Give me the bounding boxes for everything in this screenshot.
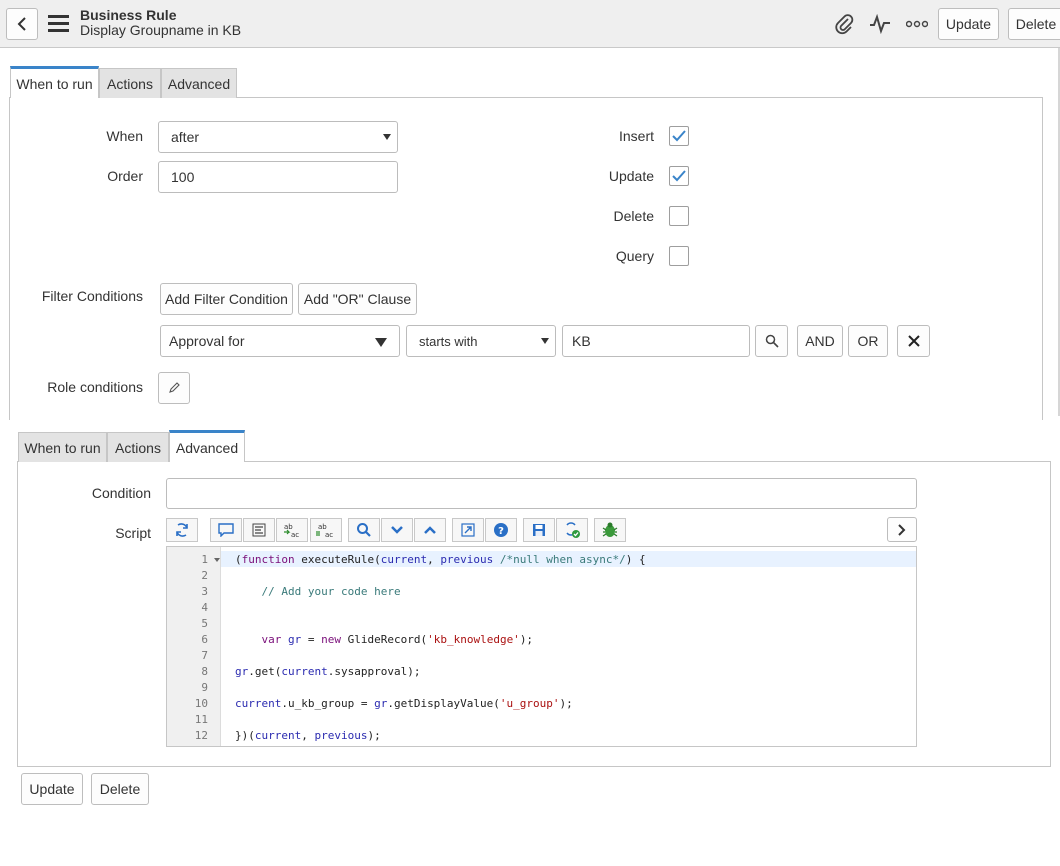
chevron-down-icon [541,338,549,344]
chevron-right-icon [898,523,906,536]
line-number: 9 [201,681,208,694]
edit-role-conditions-button[interactable] [158,372,190,404]
order-input[interactable]: 100 [158,161,398,193]
checkmark-icon [672,170,686,182]
fullscreen-icon[interactable] [452,518,484,542]
chevron-down-icon [375,338,387,347]
header-update-button[interactable]: Update [938,8,999,40]
record-name-subtitle: Display Groupname in KB [80,22,242,38]
tab-advanced[interactable]: Advanced [169,430,245,462]
svg-text:ac: ac [291,531,299,538]
fold-arrow-icon[interactable] [214,558,220,562]
tab-advanced[interactable]: Advanced [161,68,237,98]
script-editor[interactable]: 1 2 3 4 5 6 7 8 9 10 11 12 (function exe… [166,546,917,747]
replace-icon[interactable]: ab ac [276,518,308,542]
when-label: When [106,128,143,144]
line-number: 4 [201,601,208,614]
when-select[interactable]: after [158,121,398,153]
menu-icon[interactable] [48,15,70,33]
delete-checkbox[interactable] [669,206,689,226]
or-button[interactable]: OR [848,325,888,357]
comment-icon[interactable] [210,518,242,542]
checkmark-icon [672,130,686,142]
script-debugger-icon[interactable] [556,518,588,542]
filter-conditions-label: Filter Conditions [41,288,143,304]
activity-icon[interactable] [868,12,892,36]
insert-label: Insert [618,128,654,144]
line-number: 7 [201,649,208,662]
chevron-left-icon [17,17,26,31]
line-number: 2 [201,569,208,582]
format-code-icon[interactable] [243,518,275,542]
update-label: Update [608,168,654,184]
replace-all-icon[interactable]: ab ac [310,518,342,542]
code-line: (function executeRule(current, previous … [235,553,646,566]
line-number: 8 [201,665,208,678]
query-checkbox[interactable] [669,246,689,266]
line-number: 5 [201,617,208,630]
pencil-icon [169,382,180,393]
line-number: 3 [201,585,208,598]
remove-condition-button[interactable] [897,325,930,357]
svg-text:ab: ab [318,523,327,531]
expand-toolbar-button[interactable] [887,517,917,542]
order-label: Order [107,168,143,184]
header-delete-button[interactable]: Delete [1008,8,1060,40]
filter-value-input[interactable]: KB [562,325,750,357]
form-header: Business Rule Display Groupname in KB Up… [0,0,1060,48]
code-line: current.u_kb_group = gr.getDisplayValue(… [235,697,573,710]
chevron-down-icon [383,134,391,140]
line-number: 6 [201,633,208,646]
paperclip-icon[interactable] [832,12,856,36]
line-number: 1 [201,553,208,566]
tab-when-to-run[interactable]: When to run [18,432,107,462]
svg-text:?: ? [498,526,504,537]
delete-button[interactable]: Delete [91,773,149,805]
search-icon [765,334,779,348]
and-button[interactable]: AND [797,325,843,357]
find-next-icon[interactable] [381,518,413,542]
filter-lookup-button[interactable] [755,325,788,357]
update-checkbox[interactable] [669,166,689,186]
filter-operator-value: starts with [419,333,478,349]
code-line: // Add your code here [261,585,401,598]
toggle-syntax-icon[interactable] [166,518,198,542]
insert-checkbox[interactable] [669,126,689,146]
add-or-clause-button[interactable]: Add "OR" Clause [298,283,417,315]
delete-label: Delete [613,208,654,224]
tab-when-to-run[interactable]: When to run [10,66,99,98]
line-number-gutter: 1 2 3 4 5 6 7 8 9 10 11 12 [167,547,221,746]
find-previous-icon[interactable] [414,518,446,542]
record-type-title: Business Rule [80,7,177,23]
search-icon[interactable] [348,518,380,542]
script-label: Script [115,525,151,541]
update-button[interactable]: Update [21,773,83,805]
code-line: var gr = new GlideRecord('kb_knowledge')… [261,633,534,646]
close-icon [907,335,920,347]
more-options-icon[interactable] [905,12,929,36]
role-conditions-label: Role conditions [47,379,143,395]
back-button[interactable] [6,8,38,40]
line-number: 10 [194,697,208,710]
filter-operator-select[interactable]: starts with [406,325,556,357]
when-select-value: after [171,129,200,145]
filter-field-select[interactable]: Approval for [160,325,400,357]
line-number: 12 [194,729,208,742]
condition-label: Condition [91,485,151,501]
line-number: 11 [194,713,208,726]
svg-text:ab: ab [284,523,293,531]
svg-text:ac: ac [325,531,333,538]
code-line: })(current, previous); [235,729,381,742]
tab-actions[interactable]: Actions [99,68,161,98]
code-line: gr.get(current.sysapproval); [235,665,421,678]
add-filter-condition-button[interactable]: Add Filter Condition [160,283,293,315]
help-icon[interactable]: ? [485,518,517,542]
query-label: Query [615,248,654,264]
save-icon[interactable] [523,518,555,542]
condition-input[interactable] [166,478,917,509]
bug-icon[interactable] [594,518,626,542]
tab-actions[interactable]: Actions [107,432,169,462]
filter-field-value: Approval for [169,333,245,349]
